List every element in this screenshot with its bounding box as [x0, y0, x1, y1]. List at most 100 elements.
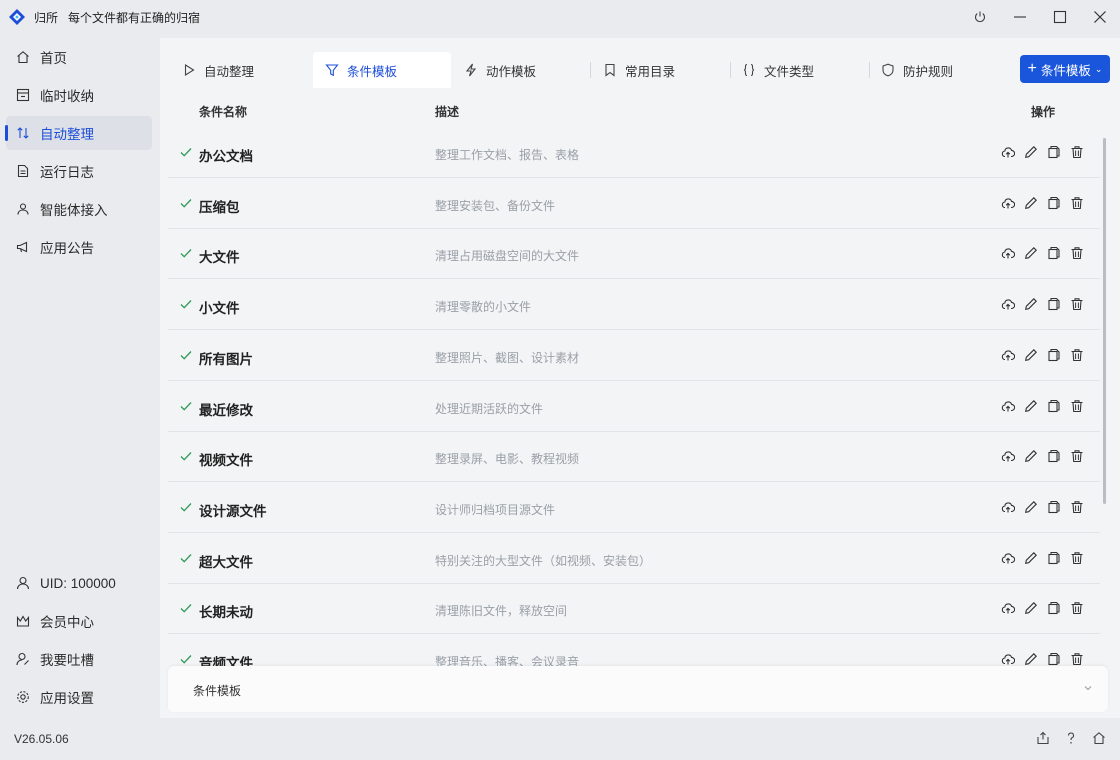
row-name: 办公文档 [199, 149, 253, 164]
sidebar-item-feedback[interactable]: 我要吐槽 [6, 642, 152, 676]
row-description: 整理照片、截图、设计素材 [435, 351, 580, 365]
delete-icon [1071, 400, 1082, 413]
sidebar-item-run-log[interactable]: 运行日志 [6, 154, 152, 188]
upload-button[interactable] [1000, 296, 1015, 312]
sidebar-item-announcements[interactable]: 应用公告 [6, 230, 152, 264]
tab-auto-organize[interactable]: 自动整理 [170, 52, 308, 88]
copy-button[interactable] [1046, 245, 1061, 261]
delete-button[interactable] [1069, 144, 1084, 160]
tab-file-types[interactable]: 文件类型 [730, 52, 868, 88]
power-button[interactable] [960, 0, 1000, 34]
copy-button[interactable] [1046, 600, 1061, 616]
delete-button[interactable] [1069, 195, 1084, 211]
table-row[interactable]: 办公文档 整理工作文档、报告、表格 [168, 128, 1100, 178]
edit-icon [1024, 552, 1037, 565]
row-actions [1000, 600, 1084, 616]
home-button[interactable] [1092, 730, 1106, 746]
edit-icon [1024, 298, 1037, 311]
edit-button[interactable] [1023, 600, 1038, 616]
row-actions [1000, 398, 1084, 414]
edit-button[interactable] [1023, 651, 1038, 666]
table-row[interactable]: 大文件 清理占用磁盘空间的大文件 [168, 229, 1100, 279]
edit-button[interactable] [1023, 245, 1038, 261]
bottom-panel[interactable]: 条件模板 [168, 666, 1108, 712]
sidebar-item-membership[interactable]: 会员中心 [6, 604, 152, 638]
edit-icon [1024, 349, 1037, 362]
edit-icon [1024, 450, 1037, 463]
table-row[interactable]: 设计源文件 设计师归档项目源文件 [168, 483, 1100, 533]
edit-button[interactable] [1023, 499, 1038, 515]
sidebar-item-agent-access[interactable]: 智能体接入 [6, 192, 152, 226]
table-row[interactable]: 超大文件 特别关注的大型文件（如视频、安装包） [168, 534, 1100, 584]
upload-button[interactable] [1000, 144, 1015, 160]
delete-button[interactable] [1069, 600, 1084, 616]
tab-label: 常用目录 [625, 64, 676, 79]
row-description: 整理安装包、备份文件 [435, 199, 556, 213]
copy-button[interactable] [1046, 651, 1061, 666]
upload-button[interactable] [1000, 448, 1015, 464]
check-icon [180, 554, 192, 563]
table-row[interactable]: 音频文件 整理音乐、播客、会议录音 [168, 635, 1100, 666]
delete-button[interactable] [1069, 448, 1084, 464]
delete-button[interactable] [1069, 550, 1084, 566]
copy-button[interactable] [1046, 398, 1061, 414]
copy-button[interactable] [1046, 347, 1061, 363]
table-row[interactable]: 最近修改 处理近期活跃的文件 [168, 382, 1100, 432]
tab-common-directories[interactable]: 常用目录 [591, 52, 729, 88]
sidebar-item-inbox[interactable]: 临时收纳 [6, 78, 152, 112]
tab-protection-rules[interactable]: 防护规则 [869, 52, 1007, 88]
edit-button[interactable] [1023, 296, 1038, 312]
row-name: 设计源文件 [199, 504, 267, 519]
tab-action-templates[interactable]: 动作模板 [452, 52, 590, 88]
sidebar-item-home[interactable]: 首页 [6, 40, 152, 74]
add-condition-template-button[interactable]: + 条件模板 ⌄ [1020, 55, 1110, 83]
edit-button[interactable] [1023, 347, 1038, 363]
delete-button[interactable] [1069, 245, 1084, 261]
copy-button[interactable] [1046, 550, 1061, 566]
upload-button[interactable] [1000, 195, 1015, 211]
copy-button[interactable] [1046, 448, 1061, 464]
tab-label: 防护规则 [903, 64, 954, 79]
upload-button[interactable] [1000, 398, 1015, 414]
edit-button[interactable] [1023, 144, 1038, 160]
minimize-button[interactable] [1000, 0, 1040, 34]
copy-button[interactable] [1046, 144, 1061, 160]
copy-button[interactable] [1046, 296, 1061, 312]
tab-condition-templates[interactable]: 条件模板 [313, 52, 451, 88]
maximize-button[interactable] [1040, 0, 1080, 34]
upload-button[interactable] [1000, 550, 1015, 566]
delete-button[interactable] [1069, 651, 1084, 666]
table-row[interactable]: 所有图片 整理照片、截图、设计素材 [168, 331, 1100, 381]
table-row[interactable]: 压缩包 整理安装包、备份文件 [168, 179, 1100, 229]
upload-button[interactable] [1000, 347, 1015, 363]
check-icon [180, 452, 192, 461]
table-row[interactable]: 小文件 清理零散的小文件 [168, 280, 1100, 330]
copy-icon [1047, 601, 1060, 615]
edit-button[interactable] [1023, 398, 1038, 414]
sidebar-item-uid[interactable]: UID: 100000 [6, 566, 152, 600]
edit-button[interactable] [1023, 448, 1038, 464]
upload-button[interactable] [1000, 245, 1015, 261]
upload-button[interactable] [1000, 600, 1015, 616]
copy-icon [1047, 652, 1060, 666]
copy-button[interactable] [1046, 499, 1061, 515]
sidebar-item-settings[interactable]: 应用设置 [6, 680, 152, 714]
delete-button[interactable] [1069, 499, 1084, 515]
help-button[interactable] [1064, 730, 1078, 746]
delete-button[interactable] [1069, 296, 1084, 312]
table-row[interactable]: 视频文件 整理录屏、电影、教程视频 [168, 432, 1100, 482]
share-button[interactable] [1036, 730, 1050, 746]
scrollbar[interactable] [1103, 138, 1106, 504]
delete-button[interactable] [1069, 398, 1084, 414]
close-button[interactable] [1080, 0, 1120, 34]
table-row[interactable]: 长期未动 清理陈旧文件，释放空间 [168, 584, 1100, 634]
upload-button[interactable] [1000, 499, 1015, 515]
upload-button[interactable] [1000, 651, 1015, 666]
edit-button[interactable] [1023, 550, 1038, 566]
delete-button[interactable] [1069, 347, 1084, 363]
sidebar-item-label: 智能体接入 [40, 203, 108, 218]
check-icon [180, 402, 192, 411]
edit-button[interactable] [1023, 195, 1038, 211]
sidebar-item-auto-organize[interactable]: 自动整理 [5, 116, 152, 150]
copy-button[interactable] [1046, 195, 1061, 211]
